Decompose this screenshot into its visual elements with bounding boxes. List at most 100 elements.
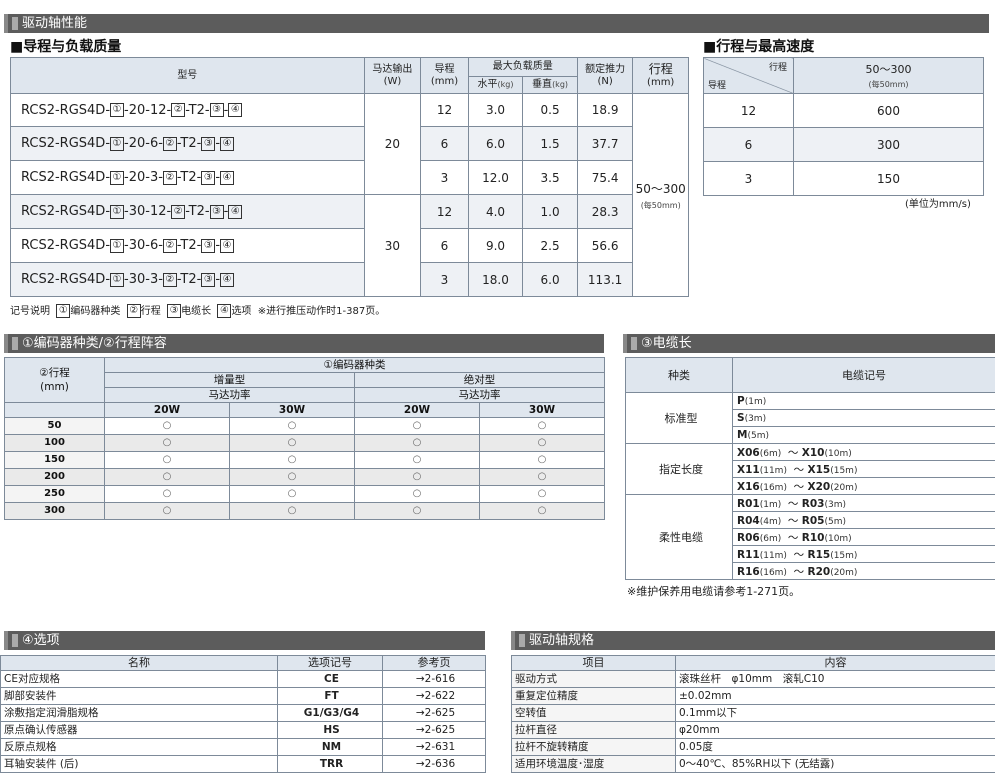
thrust-cell: 113.1 — [576, 262, 634, 297]
section-header-encoder: ①编码器种类/②行程阵容 — [4, 334, 604, 353]
option-code: TRR — [277, 755, 383, 773]
header-stroke-range: 50～300 (每50mm) — [793, 57, 984, 94]
cable-code-cell: R01(1m) ～ R03(3m) — [732, 494, 995, 512]
available-mark: ○ — [354, 451, 480, 469]
stroke-cell: 300 — [4, 502, 105, 520]
option-name: 反原点规格 — [0, 738, 278, 756]
table-row: 100 ○ ○ ○ ○ — [4, 434, 606, 452]
spec-content: 0.1mm以下 — [675, 704, 995, 722]
available-mark: ○ — [104, 485, 230, 503]
header-motor-power: 马达功率 — [104, 387, 355, 403]
ref-page-link[interactable]: →2-631 — [382, 738, 486, 756]
lead-cell: 6 — [420, 228, 469, 263]
option-code: NM — [277, 738, 383, 756]
horizontal-cell: 9.0 — [467, 228, 524, 263]
stroke-speed-table: 行程 导程 50～300 (每50mm) 12 600 6 300 3 150 — [703, 57, 984, 196]
thrust-cell: 37.7 — [576, 126, 634, 161]
header-ref-page: 参考页 — [382, 655, 486, 671]
stroke-cell: 250 — [4, 485, 105, 503]
option-code: G1/G3/G4 — [277, 704, 383, 722]
available-mark: ○ — [229, 417, 355, 435]
header-max-load: 最大负载质量 — [467, 57, 578, 77]
section-header-drive: 驱动轴性能 — [4, 14, 989, 33]
table-row: 标准型 P(1m) — [625, 392, 995, 444]
available-mark: ○ — [354, 468, 480, 486]
header-30w: 30W — [478, 402, 606, 418]
spec-content: 0～40℃、85%RH以下 (无结露) — [675, 755, 995, 773]
table-row: 拉杆不旋转精度 0.05度 — [511, 738, 995, 756]
section-header-cable: ③电缆长 — [623, 334, 995, 353]
available-mark: ○ — [478, 502, 606, 520]
horizontal-cell: 6.0 — [467, 126, 524, 161]
stroke-cell: 150 — [4, 451, 105, 469]
vertical-cell: 6.0 — [522, 262, 578, 297]
horizontal-cell: 12.0 — [467, 160, 524, 195]
horizontal-cell: 18.0 — [467, 262, 524, 297]
stroke-cell: 50～300 (每50mm) — [632, 93, 689, 297]
table-row: 150 ○ ○ ○ ○ — [4, 451, 606, 469]
stroke-cell: 200 — [4, 468, 105, 486]
table-row: 反原点规格 NM →2-631 — [0, 738, 486, 756]
ref-page-link[interactable]: →2-622 — [382, 687, 486, 705]
ref-page-link[interactable]: →2-625 — [382, 721, 486, 739]
vertical-cell: 3.5 — [522, 160, 578, 195]
available-mark: ○ — [478, 451, 606, 469]
spec-item: 适用环境温度･湿度 — [511, 755, 676, 773]
table-row: 12 600 — [703, 93, 984, 128]
ref-page-link[interactable]: →2-616 — [382, 670, 486, 688]
table-row: RCS2-RGS4D- ① -20-12- ② -T2- ③ - ④ 20 12 3.0 0.… — [10, 93, 689, 297]
cable-code-cell: M(5m) — [732, 426, 995, 444]
ref-page-link[interactable]: →2-636 — [382, 755, 486, 773]
available-mark: ○ — [354, 434, 480, 452]
option-code: CE — [277, 670, 383, 688]
option-name: 原点确认传感器 — [0, 721, 278, 739]
type-cell: 柔性电缆 — [625, 494, 733, 580]
available-mark: ○ — [104, 434, 230, 452]
section-header-option: ④选项 — [4, 631, 485, 650]
spec-content: φ20mm — [675, 721, 995, 739]
spec-content: 0.05度 — [675, 738, 995, 756]
option-name: 涂敷指定润滑脂规格 — [0, 704, 278, 722]
table-row: 6 300 — [703, 127, 984, 162]
header-incremental: 增量型 — [104, 372, 355, 388]
table-row: RCS2-RGS4D- ① -30-3- ② -T2- ③ - ④ 3 18.0 6.0 11… — [10, 262, 689, 297]
table-row: CE对应规格 CE →2-616 — [0, 670, 486, 688]
model-cell: RCS2-RGS4D- ① -30-6- ② -T2- ③ - ④ — [10, 228, 365, 263]
section-header-spec: 驱动轴规格 — [511, 631, 995, 650]
table-row: 拉杆直径 φ20mm — [511, 721, 995, 739]
table-row: RCS2-RGS4D- ① -30-12- ② -T2- ③ - ④ 30 12 4.0 1.… — [10, 194, 689, 297]
table-row: 重复定位精度 ±0.02mm — [511, 687, 995, 705]
available-mark: ○ — [229, 451, 355, 469]
spec-item: 拉杆不旋转精度 — [511, 738, 676, 756]
available-mark: ○ — [478, 434, 606, 452]
cable-note: ※维护保养用电缆请参考1-271页。 — [627, 585, 801, 598]
lead-load-table: 型号 马达输出 (W) 导程 (mm) 最大负载质量 额定推力 (N) 行程 (mm) … — [10, 57, 689, 297]
available-mark: ○ — [104, 502, 230, 520]
model-cell: RCS2-RGS4D- ① -20-12- ② -T2- ③ - ④ — [10, 93, 365, 127]
cable-code-cell: X16(16m) ～ X20(20m) — [732, 477, 995, 495]
table-row: RCS2-RGS4D- ① -20-3- ② -T2- ③ - ④ 3 12.0 3.5 75… — [10, 160, 689, 195]
ref-page-link[interactable]: →2-625 — [382, 704, 486, 722]
table-row: 脚部安装件 FT →2-622 — [0, 687, 486, 705]
speed-unit-note: (单位为mm/s) — [905, 199, 971, 210]
lead-cell: 3 — [420, 160, 469, 195]
header-stroke: 行程 (mm) — [632, 57, 689, 94]
header-20w: 20W — [104, 402, 230, 418]
horizontal-cell: 3.0 — [467, 93, 524, 127]
available-mark: ○ — [104, 417, 230, 435]
available-mark: ○ — [354, 485, 480, 503]
cable-code-cell: R04(4m) ～ R05(5m) — [732, 511, 995, 529]
spec-item: 驱动方式 — [511, 670, 676, 688]
vertical-cell: 1.5 — [522, 126, 578, 161]
available-mark: ○ — [229, 468, 355, 486]
cable-code-cell: X11(11m) ～ X15(15m) — [732, 460, 995, 478]
available-mark: ○ — [104, 451, 230, 469]
thrust-cell: 56.6 — [576, 228, 634, 263]
header-stroke: ②行程 (mm) — [4, 357, 105, 403]
table-row: 3 150 — [703, 161, 984, 196]
header-cable-code: 电缆记号 — [732, 357, 995, 393]
table-row: 适用环境温度･湿度 0～40℃、85%RH以下 (无结露) — [511, 755, 995, 773]
vertical-cell: 2.5 — [522, 228, 578, 263]
header-motor-power: 马达功率 — [353, 387, 606, 403]
cable-table: 种类 电缆记号 标准型 P(1m) S(3m) M(5m) 指定长度 X06(6m) … — [625, 357, 995, 580]
